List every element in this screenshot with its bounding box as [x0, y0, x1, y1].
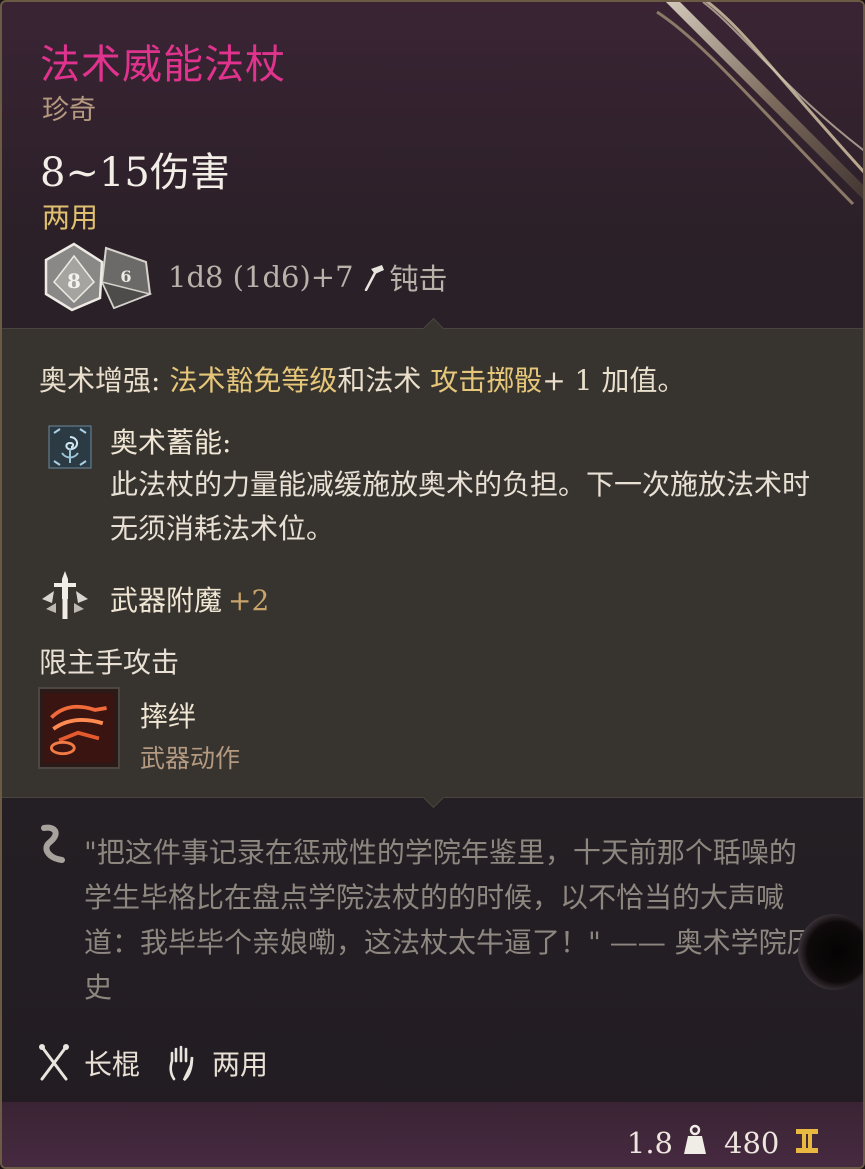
enchantment-name: 武器附魔: [110, 584, 223, 617]
d8-face: 8: [67, 269, 81, 293]
weight-icon: [684, 1124, 706, 1154]
d8-d6-dice-icon: 8 6: [44, 242, 153, 312]
item-name: 法术威能法杖: [40, 42, 286, 88]
boost-highlight-attack[interactable]: 攻击掷骰: [430, 364, 542, 397]
flavor-text: "把这件事记录在惩戒性的学院年鉴里，十天前那个聒噪的学生毕格比在盘点学院法杖的的…: [84, 836, 815, 1004]
quote-scroll-icon: [41, 824, 65, 863]
sword-enchant-icon: [42, 571, 88, 619]
boost-mid: 和法术: [337, 364, 431, 397]
passive-description: 此法杖的力量能减缓施放奥术的负担。下一次施放法术时无须消耗法术位。: [110, 468, 811, 545]
dice-formula: 1d8 (1d6)+7 钝击: [168, 256, 448, 298]
weight-value: 1.8: [626, 1126, 673, 1160]
arcane-boost-text: 奥术增强: 法术豁免等级和法术 攻击掷骰+ 1 加值。: [39, 359, 685, 399]
mainhand-restriction: 限主手攻击: [39, 646, 180, 679]
dice-row: 8 6 1d8 (1d6)+7 钝击: [42, 242, 448, 312]
enchantment-value: +2: [228, 584, 270, 617]
section-notch-bottom: [422, 786, 445, 809]
crossed-staff-icon: [39, 1044, 69, 1081]
section-notch-top: [422, 317, 445, 340]
passive-title: 奥术蓄能:: [110, 426, 232, 459]
enchantment-label: 武器附魔 +2: [110, 579, 269, 619]
blunt-hammer-icon: [364, 265, 384, 291]
boost-highlight-dc[interactable]: 法术豁免等级: [169, 364, 337, 397]
item-rarity: 珍奇: [42, 95, 96, 126]
properties-section: 奥术增强: 法术豁免等级和法术 攻击掷骰+ 1 加值。 奥术蓄能: 此法杖的力量…: [2, 317, 863, 809]
damage-range: 8~15伤害: [40, 150, 230, 196]
grip-label: 两用: [212, 1048, 269, 1081]
topple-action-icon: [38, 687, 120, 769]
boost-prefix: 奥术增强:: [39, 364, 170, 397]
staff-image-icon: [656, 2, 863, 206]
hand-icon: [169, 1045, 194, 1081]
price-value: 480: [724, 1126, 780, 1160]
dice-value: 1d8 (1d6)+7: [168, 260, 354, 294]
action-name: 摔绊: [140, 700, 197, 733]
item-tooltip: 法术威能法杖 珍奇 8~15伤害 两用 8 6 1d8 (1d6)+7 钝击 奥…: [0, 0, 865, 1169]
handedness-label: 两用: [42, 201, 99, 234]
cursor-orb: [798, 914, 863, 990]
arcane-swirl-icon: [48, 425, 92, 469]
damage-type: 钝击: [389, 262, 448, 296]
boost-suffix: + 1 加值。: [542, 364, 686, 397]
d6-face: 6: [120, 267, 131, 286]
footer-tags: 长棍 两用: [38, 1038, 294, 1088]
proficiency-label: 长棍: [84, 1048, 141, 1081]
gold-coin-icon: [796, 1129, 818, 1153]
action-type: 武器动作: [140, 744, 241, 773]
